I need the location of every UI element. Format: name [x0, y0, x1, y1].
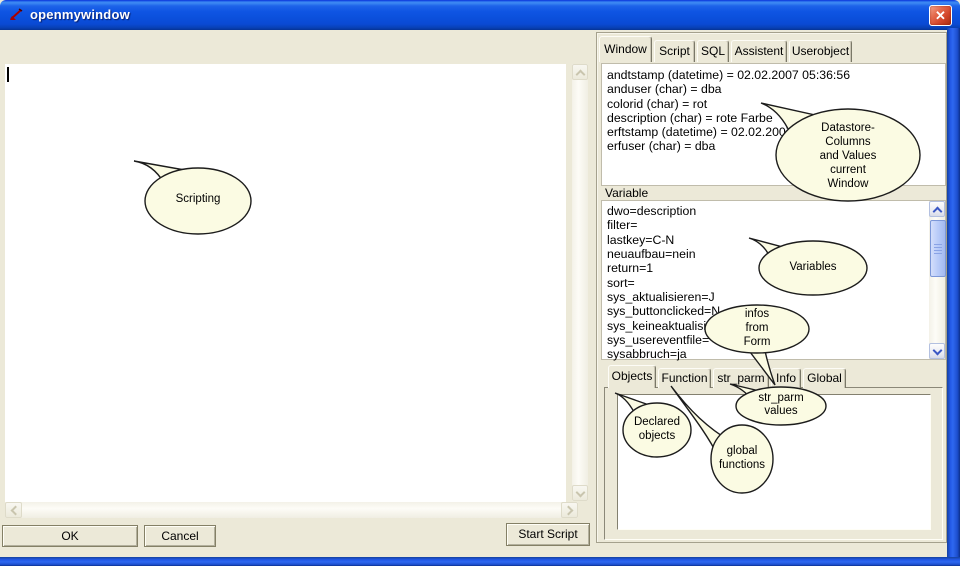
scrollbar-grip-icon: [934, 244, 942, 254]
variable-line: sys_usereventfile=: [607, 333, 943, 347]
cancel-button[interactable]: Cancel: [144, 525, 216, 547]
chevron-left-icon: [11, 506, 21, 516]
variable-line: sysabbruch=ja: [607, 347, 943, 361]
script-horizontal-scrollbar[interactable]: [5, 502, 578, 518]
datastore-line: andtstamp (datetime) = 02.02.2007 05:36:…: [607, 68, 943, 82]
chevron-up-icon: [576, 70, 586, 80]
objects-panel[interactable]: [617, 394, 931, 530]
datastore-columns-list[interactable]: andtstamp (datetime) = 02.02.2007 05:36:…: [601, 63, 946, 186]
close-icon: ✕: [935, 8, 946, 23]
tab-window[interactable]: Window: [599, 36, 652, 62]
scroll-down-button[interactable]: [572, 485, 588, 501]
datastore-line: anduser (char) = dba: [607, 82, 943, 96]
window-border-right: [947, 28, 960, 566]
scroll-up-button[interactable]: [572, 64, 588, 80]
script-vertical-scrollbar[interactable]: [572, 64, 588, 501]
app-icon: [8, 7, 24, 23]
datastore-line: erftstamp (datetime) = 02.02.2007 05: [607, 125, 943, 139]
titlebar[interactable]: openmywindow ✕: [0, 0, 960, 30]
ok-button[interactable]: OK: [2, 525, 138, 547]
window-border-bottom: [0, 557, 960, 566]
tab-script[interactable]: Script: [654, 40, 695, 62]
chevron-up-icon: [933, 207, 943, 217]
variable-line: sys_buttonclicked=N: [607, 304, 943, 318]
tab-objects[interactable]: Objects: [608, 365, 656, 388]
tab-function[interactable]: Function: [658, 368, 711, 388]
variable-line: sort=: [607, 276, 943, 290]
tab-userobject[interactable]: Userobject: [789, 40, 852, 62]
variable-line: filter=: [607, 218, 943, 232]
chevron-down-icon: [933, 346, 943, 356]
tab-sql[interactable]: SQL: [697, 40, 729, 62]
datastore-line: description (char) = rote Farbe: [607, 111, 943, 125]
scroll-left-button[interactable]: [5, 502, 22, 518]
chevron-down-icon: [576, 488, 586, 498]
variable-section-label: Variable: [605, 186, 648, 200]
variable-line: sys_aktualisieren=J: [607, 290, 943, 304]
variable-line: neuaufbau=nein: [607, 247, 943, 261]
tab-info[interactable]: Info: [771, 368, 801, 388]
datastore-line: colorid (char) = rot: [607, 97, 943, 111]
window-title: openmywindow: [30, 7, 130, 22]
variable-scroll-down-button[interactable]: [929, 343, 945, 359]
datastore-line: erfuser (char) = dba: [607, 139, 943, 153]
variable-line: return=1: [607, 261, 943, 275]
variable-line: lastkey=C-N: [607, 233, 943, 247]
script-editor[interactable]: [5, 64, 566, 502]
variable-scrollbar[interactable]: [929, 201, 945, 359]
start-script-button[interactable]: Start Script: [506, 523, 590, 546]
scroll-right-button[interactable]: [561, 502, 578, 518]
close-button[interactable]: ✕: [929, 5, 952, 26]
tab-global[interactable]: Global: [803, 368, 846, 388]
variable-line: dwo=description: [607, 204, 943, 218]
variable-line: sys_keineaktualisieru: [607, 319, 943, 333]
variable-scrollbar-thumb[interactable]: [930, 220, 946, 277]
tab-assistent[interactable]: Assistent: [731, 40, 787, 62]
chevron-right-icon: [564, 506, 574, 516]
text-caret: [7, 67, 9, 82]
variable-scroll-up-button[interactable]: [929, 201, 945, 217]
app-window: openmywindow ✕ OK Cancel Start Script Wi…: [0, 0, 960, 566]
tab-str-parm[interactable]: str_parm: [713, 368, 769, 388]
variable-list[interactable]: dwo=description filter= lastkey=C-N neua…: [601, 200, 946, 360]
